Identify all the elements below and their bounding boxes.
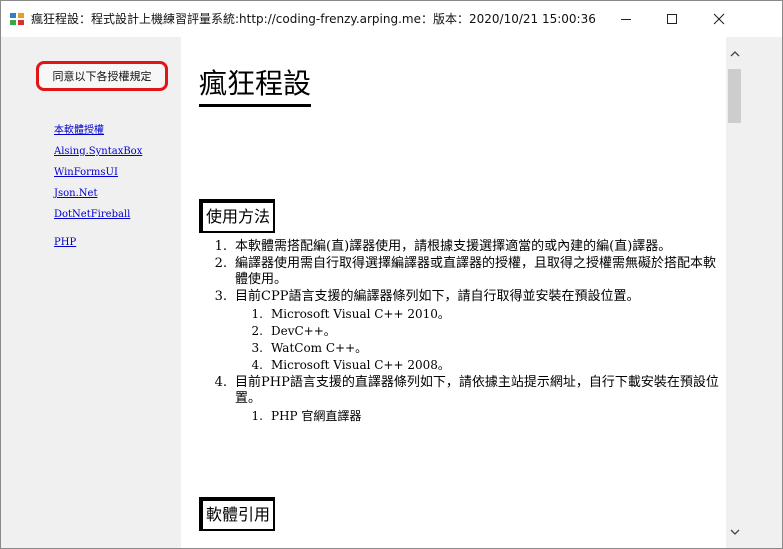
window-title: 瘋狂程設：程式設計上機練習評量系統:http://coding-frenzy.a…	[31, 12, 596, 26]
minimize-icon	[621, 19, 631, 20]
list-number: 4.	[214, 375, 227, 390]
usage-item-text: 編譯器使用需自行取得選擇編譯器或直譯器的授權，且取得之授權需無礙於搭配本軟體使用…	[235, 256, 717, 287]
scroll-down-button[interactable]	[726, 523, 743, 540]
title-bar[interactable]: 瘋狂程設：程式設計上機練習評量系統:http://coding-frenzy.a…	[1, 1, 782, 37]
list-number: 1.	[251, 307, 263, 321]
sub-list-item: 1. Microsoft Visual C++ 2010。	[235, 306, 723, 323]
sub-list-item: 3. WatCom C++。	[235, 340, 723, 357]
usage-item-text: 目前CPP語言支援的編譯器條列如下，請自行取得並安裝在預設位置。	[235, 289, 640, 304]
sub-list-item-text: PHP 官網直譯器	[271, 409, 362, 423]
list-number: 1.	[251, 409, 263, 423]
usage-list: 1. 本軟體需搭配編(直)譯器使用，請根據支援選擇適當的或內建的編(直)譯器。 2.…	[199, 239, 723, 426]
list-item: Json.Net	[54, 181, 142, 202]
scroll-up-button[interactable]	[726, 45, 743, 62]
list-item: DotNetFireball	[54, 202, 142, 223]
list-item: 本軟體授權	[54, 118, 142, 139]
usage-heading: 使用方法	[199, 199, 276, 233]
vertical-scrollbar[interactable]	[726, 37, 743, 548]
sub-list: 1. Microsoft Visual C++ 2010。 2. DevC++。 3. W…	[235, 306, 723, 374]
close-button[interactable]	[696, 1, 742, 37]
sidebar: 同意以下各授權規定 本軟體授權 Alsing.SyntaxBox WinForm…	[1, 37, 181, 548]
sub-list-item-text: Microsoft Visual C++ 2010。	[271, 307, 450, 321]
link-php[interactable]: PHP	[54, 237, 76, 248]
sub-list: 1. PHP 官網直譯器	[235, 408, 723, 425]
maximize-icon	[667, 14, 677, 24]
list-item: PHP	[54, 230, 142, 251]
close-icon	[713, 13, 725, 25]
link-software-license[interactable]: 本軟體授權	[54, 125, 104, 136]
sub-list-item: 2. DevC++。	[235, 323, 723, 340]
sub-list-item: 1. PHP 官網直譯器	[235, 408, 723, 425]
page-title: 瘋狂程設	[199, 67, 312, 107]
app-icon	[9, 11, 25, 27]
sub-list-item-text: WatCom C++。	[271, 341, 368, 355]
window-margin	[743, 37, 782, 548]
usage-item: 3. 目前CPP語言支援的編譯器條列如下，請自行取得並安裝在預設位置。 1. Micr…	[199, 289, 723, 374]
license-content-pane[interactable]: 瘋狂程設 使用方法 1. 本軟體需搭配編(直)譯器使用，請根據支援選擇適當的或內建…	[181, 37, 726, 548]
maximize-button[interactable]	[649, 1, 695, 37]
app-window: 瘋狂程設：程式設計上機練習評量系統:http://coding-frenzy.a…	[0, 0, 783, 549]
link-winformsui[interactable]: WinFormsUI	[54, 167, 118, 178]
scrollbar-thumb[interactable]	[728, 69, 741, 123]
list-item: WinFormsUI	[54, 160, 142, 181]
link-alsing-syntaxbox[interactable]: Alsing.SyntaxBox	[54, 146, 142, 157]
sub-list-item-text: DevC++。	[271, 324, 336, 338]
agree-license-button[interactable]: 同意以下各授權規定	[36, 61, 168, 91]
usage-item: 4. 目前PHP語言支援的直譯器條列如下，請依據主站提示網址，自行下載安裝在預設位…	[199, 375, 723, 425]
list-number: 3.	[214, 289, 227, 304]
chevron-down-icon	[730, 529, 739, 535]
usage-item: 2. 編譯器使用需自行取得選擇編譯器或直譯器的授權，且取得之授權需無礙於搭配本軟體…	[199, 256, 723, 288]
usage-item-text: 目前PHP語言支援的直譯器條列如下，請依據主站提示網址，自行下載安裝在預設位置。	[235, 375, 719, 406]
sub-list-item-text: Microsoft Visual C++ 2008。	[271, 358, 450, 372]
sub-list-item: 4. Microsoft Visual C++ 2008。	[235, 357, 723, 374]
usage-item-text: 本軟體需搭配編(直)譯器使用，請根據支援選擇適當的或內建的編(直)譯器。	[235, 239, 672, 254]
chevron-up-icon	[730, 50, 739, 56]
list-number: 2.	[214, 256, 227, 271]
link-json-net[interactable]: Json.Net	[54, 188, 97, 199]
link-dotnetfireball[interactable]: DotNetFireball	[54, 209, 130, 220]
software-citation-heading: 軟體引用	[199, 497, 276, 531]
list-number: 1.	[214, 239, 227, 254]
list-number: 4.	[251, 358, 263, 372]
list-number: 3.	[251, 341, 263, 355]
minimize-button[interactable]	[603, 1, 649, 37]
list-number: 2.	[251, 324, 263, 338]
usage-item: 1. 本軟體需搭配編(直)譯器使用，請根據支援選擇適當的或內建的編(直)譯器。	[199, 239, 723, 255]
list-item: Alsing.SyntaxBox	[54, 139, 142, 160]
license-link-list: 本軟體授權 Alsing.SyntaxBox WinFormsUI Json.N…	[54, 118, 142, 251]
